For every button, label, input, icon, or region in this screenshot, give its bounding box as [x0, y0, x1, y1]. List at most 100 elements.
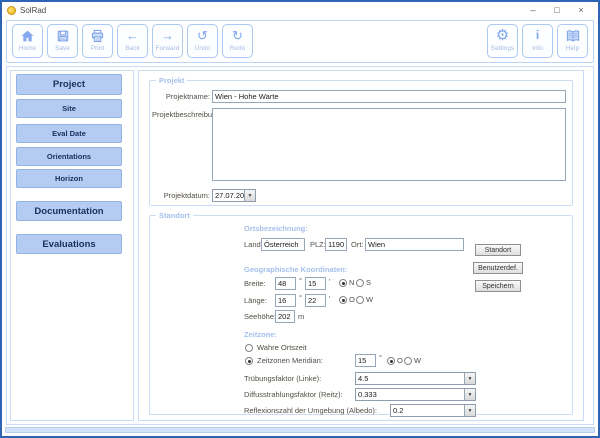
minimize-button[interactable]: –	[521, 3, 545, 18]
radio-sued[interactable]	[356, 279, 364, 287]
west-label: W	[366, 295, 373, 304]
seehoehe-label: Seehöhe:	[244, 312, 276, 321]
app-window: SolRad – □ × Home Save	[0, 0, 600, 438]
maximize-button[interactable]: □	[545, 3, 569, 18]
zeitzonen-meridian-label: Zeitzonen Meridian:	[257, 356, 323, 365]
laenge-grad-input[interactable]	[275, 294, 296, 307]
forward-button[interactable]: → Forward	[152, 24, 183, 58]
status-strip	[5, 427, 595, 433]
radio-zeitzonen-meridian[interactable]	[245, 357, 253, 365]
print-icon	[90, 27, 105, 44]
sued-label: S	[366, 278, 371, 287]
radio-west[interactable]	[356, 296, 364, 304]
breite-label: Breite:	[244, 279, 266, 288]
land-label: Land:	[244, 240, 263, 249]
projektname-input[interactable]	[212, 90, 566, 103]
land-input[interactable]	[261, 238, 305, 251]
sidebar-item-orientations[interactable]: Orientations	[16, 147, 122, 166]
seehoehe-unit: m	[298, 312, 304, 321]
laenge-min-input[interactable]	[305, 294, 326, 307]
chevron-down-icon[interactable]: ▼	[244, 190, 255, 201]
ort-label: Ort:	[351, 240, 364, 249]
diffusstrahlungsfaktor-dropdown[interactable]: 0.333 ▼	[355, 388, 476, 401]
toolbar-right-group: ⚙ Settings i Info Help	[487, 24, 588, 58]
radio-ost[interactable]	[339, 296, 347, 304]
sidebar-item-eval-date[interactable]: Eval Date	[16, 124, 122, 143]
close-button[interactable]: ×	[569, 3, 593, 18]
radio-meridian-west[interactable]	[404, 357, 412, 365]
window-controls: – □ ×	[521, 3, 593, 18]
koordinaten-header: Geographische Koordinaten:	[244, 265, 347, 274]
zeitzone-header: Zeitzone:	[244, 330, 277, 339]
redo-label: Redo	[230, 45, 246, 52]
sidebar-item-documentation[interactable]: Documentation	[16, 201, 122, 221]
radio-meridian-ost[interactable]	[387, 357, 395, 365]
undo-button[interactable]: ↺ Undo	[187, 24, 218, 58]
speichern-button[interactable]: Speichern	[475, 280, 521, 292]
chevron-down-icon[interactable]: ▼	[464, 389, 475, 400]
save-label: Save	[55, 45, 70, 52]
info-icon: i	[536, 27, 539, 44]
main-panel: Projekt Projektname: Projektbeschreibung…	[138, 70, 584, 421]
seehoehe-input[interactable]	[275, 310, 295, 323]
truebungsfaktor-dropdown[interactable]: 4.5 ▼	[355, 372, 476, 385]
back-arrow-icon: ←	[126, 27, 139, 44]
projektbeschreibung-textarea[interactable]	[212, 108, 566, 181]
chevron-down-icon[interactable]: ▼	[464, 405, 475, 416]
chevron-down-icon[interactable]: ▼	[464, 373, 475, 384]
wahre-ortszeit-label: Wahre Ortszeit	[257, 343, 307, 352]
home-button[interactable]: Home	[12, 24, 43, 58]
radio-wahre-ortszeit[interactable]	[245, 344, 253, 352]
projektdatum-dropdown[interactable]: 27.07.2018 ▼	[212, 189, 256, 202]
breite-min-input[interactable]	[305, 277, 326, 290]
title-bar: SolRad – □ ×	[2, 2, 598, 18]
projektdatum-value: 27.07.2018	[213, 190, 244, 201]
breite-min-unit: '	[329, 277, 330, 286]
projektdatum-label: Projektdatum:	[152, 191, 210, 200]
plz-input[interactable]	[325, 238, 347, 251]
redo-button[interactable]: ↻ Redo	[222, 24, 253, 58]
standort-button[interactable]: Standort	[475, 244, 521, 256]
gear-icon: ⚙	[496, 27, 509, 44]
settings-button[interactable]: ⚙ Settings	[487, 24, 518, 58]
albedo-dropdown[interactable]: 0.2 ▼	[390, 404, 476, 417]
laenge-min-unit: '	[329, 294, 330, 303]
forward-arrow-icon: →	[161, 27, 174, 44]
settings-label: Settings	[491, 45, 515, 52]
print-label: Print	[91, 45, 104, 52]
projekt-groupbox: Projekt Projektname: Projektbeschreibung…	[149, 80, 573, 206]
info-label: Info	[532, 45, 543, 52]
info-button[interactable]: i Info	[522, 24, 553, 58]
undo-icon: ↺	[197, 27, 208, 44]
ort-input[interactable]	[365, 238, 464, 251]
breite-grad-input[interactable]	[275, 277, 296, 290]
sidebar-item-horizon[interactable]: Horizon	[16, 169, 122, 188]
laenge-grad-unit: °	[299, 293, 302, 302]
meridian-input[interactable]	[355, 354, 376, 367]
help-button[interactable]: Help	[557, 24, 588, 58]
back-label: Back	[125, 45, 139, 52]
sidebar-item-site[interactable]: Site	[16, 99, 122, 118]
sidebar-item-project[interactable]: Project	[16, 74, 122, 95]
sidebar: Project Site Eval Date Orientations Hori…	[10, 70, 134, 421]
save-button[interactable]: Save	[47, 24, 78, 58]
laenge-label: Länge:	[244, 296, 267, 305]
benutzerdef-button[interactable]: Benutzerdef.	[473, 262, 523, 274]
help-book-icon	[565, 27, 581, 44]
truebungsfaktor-value: 4.5	[356, 373, 464, 384]
projektname-label: Projektname:	[152, 92, 210, 101]
radio-nord[interactable]	[339, 279, 347, 287]
plz-label: PLZ:	[310, 240, 326, 249]
toolbar: Home Save Print ← Back → Forward	[6, 20, 594, 63]
print-button[interactable]: Print	[82, 24, 113, 58]
meridian-west-label: W	[414, 356, 421, 365]
projekt-group-title: Projekt	[156, 76, 187, 85]
toolbar-left-group: Home Save Print ← Back → Forward	[12, 24, 253, 58]
nord-label: N	[349, 278, 354, 287]
undo-label: Undo	[195, 45, 211, 52]
app-title: SolRad	[20, 6, 46, 15]
back-button[interactable]: ← Back	[117, 24, 148, 58]
sidebar-item-evaluations[interactable]: Evaluations	[16, 234, 122, 254]
albedo-label: Reflexionszahl der Umgebung (Albedo):	[244, 406, 377, 415]
home-label: Home	[19, 45, 36, 52]
